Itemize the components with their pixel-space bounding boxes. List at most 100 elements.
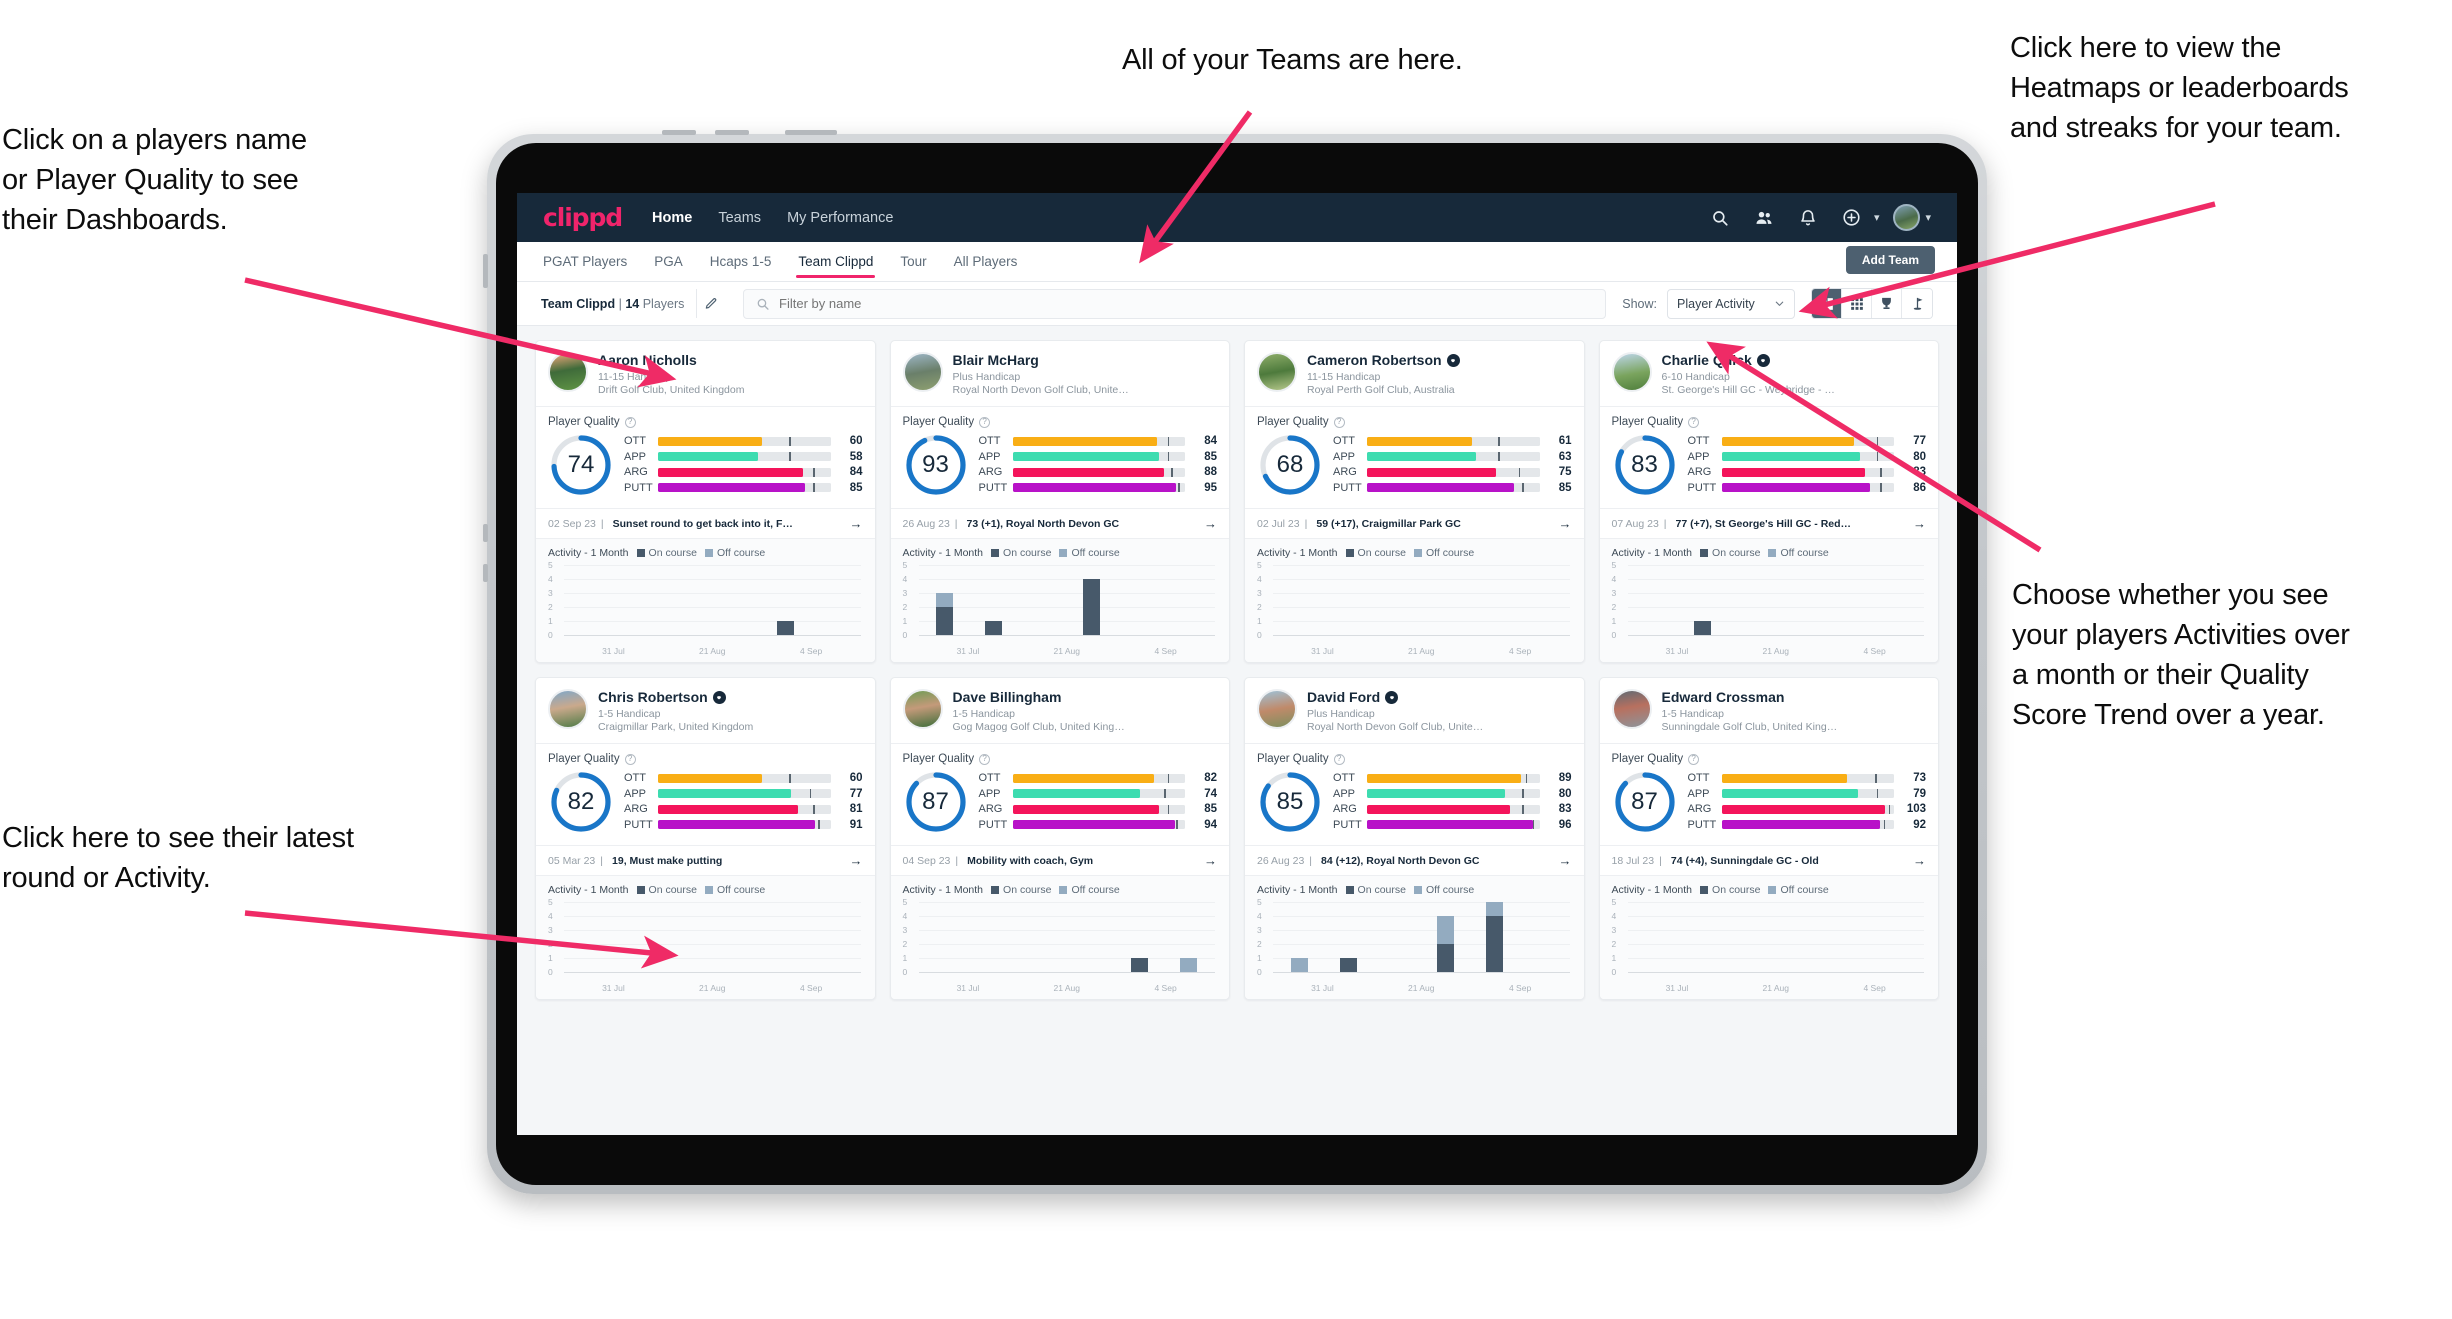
player-name-row[interactable]: Aaron Nicholls (598, 352, 744, 368)
tab-tour[interactable]: Tour (900, 242, 926, 282)
latest-activity-row[interactable]: 02 Jul 23 | 59 (+17), Craigmillar Park GC → (1245, 508, 1584, 538)
player-avatar[interactable] (1611, 352, 1652, 392)
help-icon[interactable]: ? (1688, 416, 1700, 428)
player-quality-ring[interactable]: 85 (1257, 769, 1323, 835)
player-quality-body[interactable]: 82 OTT 60 APP 77 ARG 81 PUTT 91 (536, 767, 875, 845)
add-circle-icon[interactable] (1835, 201, 1869, 235)
activity-bar[interactable] (1437, 916, 1455, 973)
player-quality-ring[interactable]: 74 (548, 432, 614, 498)
search-input[interactable] (779, 296, 1594, 311)
player-card[interactable]: Cameron Robertson 11-15 Handicap Royal Per… (1244, 340, 1585, 664)
nav-home[interactable]: Home (652, 210, 692, 226)
player-quality-ring[interactable]: 68 (1257, 432, 1323, 498)
player-card-header[interactable]: Chris Robertson 1-5 Handicap Craigmillar P… (536, 678, 875, 743)
add-menu-chevron-down-icon[interactable]: ▾ (1874, 211, 1880, 224)
activity-bar[interactable] (776, 621, 794, 636)
player-card[interactable]: David Ford Plus Handicap Royal North Devon… (1244, 677, 1585, 1001)
flag-view-icon[interactable] (1902, 289, 1932, 318)
player-name-row[interactable]: Blair McHarg (953, 352, 1131, 368)
player-card[interactable]: Charlie Quick 6-10 Handicap St. George's H… (1598, 340, 1939, 664)
activity-bar[interactable] (1339, 958, 1357, 973)
help-icon[interactable]: ? (624, 416, 636, 428)
pencil-icon[interactable] (696, 289, 725, 318)
tab-pgat-players[interactable]: PGAT Players (543, 242, 627, 282)
dense-grid-view-icon[interactable] (1842, 289, 1872, 318)
player-name[interactable]: Aaron Nicholls (598, 352, 697, 368)
player-avatar[interactable] (1611, 689, 1652, 730)
add-team-button[interactable]: Add Team (1845, 246, 1935, 274)
player-name[interactable]: Charlie Quick (1662, 352, 1752, 368)
arrow-right-icon[interactable]: → (1913, 516, 1926, 531)
player-quality-ring[interactable]: 82 (548, 769, 614, 835)
player-avatar[interactable] (902, 689, 943, 730)
player-card-header[interactable]: Aaron Nicholls 11-15 Handicap Drift Golf C… (536, 341, 875, 406)
player-name-row[interactable]: Cameron Robertson (1307, 352, 1460, 368)
search-icon[interactable] (1703, 201, 1737, 235)
latest-activity-row[interactable]: 18 Jul 23 | 74 (+4), Sunningdale GC - Old → (1599, 845, 1938, 875)
player-card-header[interactable]: Dave Billingham 1-5 Handicap Gog Magog Gol… (891, 678, 1230, 743)
player-card[interactable]: Chris Robertson 1-5 Handicap Craigmillar P… (535, 677, 876, 1001)
player-card-header[interactable]: David Ford Plus Handicap Royal North Devon… (1245, 678, 1584, 743)
player-name[interactable]: Edward Crossman (1662, 689, 1785, 705)
arrow-right-icon[interactable]: → (1204, 853, 1217, 868)
latest-activity-row[interactable]: 05 Mar 23 | 19, Must make putting → (536, 845, 875, 875)
activity-bar[interactable] (1290, 958, 1308, 973)
player-card[interactable]: Dave Billingham 1-5 Handicap Gog Magog Gol… (889, 677, 1230, 1001)
bell-icon[interactable] (1791, 201, 1825, 235)
show-select[interactable]: Player Activity (1667, 288, 1795, 319)
arrow-right-icon[interactable]: → (850, 516, 863, 531)
player-quality-ring[interactable]: 93 (903, 432, 969, 498)
player-name[interactable]: Chris Robertson (598, 689, 708, 705)
help-icon[interactable]: ? (1333, 416, 1345, 428)
player-card[interactable]: Blair McHarg Plus Handicap Royal North Dev… (889, 340, 1230, 664)
nav-my-performance[interactable]: My Performance (787, 210, 893, 226)
player-quality-ring[interactable]: 83 (1612, 432, 1678, 498)
player-card-header[interactable]: Blair McHarg Plus Handicap Royal North Dev… (891, 341, 1230, 406)
activity-bar[interactable] (1180, 958, 1198, 973)
player-name-row[interactable]: Charlie Quick (1662, 352, 1840, 368)
activity-bar[interactable] (936, 593, 954, 636)
arrow-right-icon[interactable]: → (850, 853, 863, 868)
player-avatar[interactable] (548, 689, 588, 730)
help-icon[interactable]: ? (624, 753, 636, 765)
player-quality-body[interactable]: 85 OTT 89 APP 80 ARG 83 PUTT 96 (1245, 767, 1584, 845)
clippd-logo[interactable]: clippd (543, 203, 623, 232)
player-card-header[interactable]: Charlie Quick 6-10 Handicap St. George's H… (1600, 341, 1939, 406)
player-quality-body[interactable]: 74 OTT 60 APP 58 ARG 84 PUTT 85 (536, 430, 875, 508)
profile-chevron-down-icon[interactable]: ▾ (1925, 211, 1931, 224)
player-name[interactable]: Dave Billingham (953, 689, 1062, 705)
player-name[interactable]: Blair McHarg (953, 352, 1039, 368)
arrow-right-icon[interactable]: → (1913, 853, 1926, 868)
player-card[interactable]: Edward Crossman 1-5 Handicap Sunningdale G… (1598, 677, 1939, 1001)
trophy-view-icon[interactable] (1872, 289, 1902, 318)
player-avatar[interactable] (548, 352, 588, 392)
help-icon[interactable]: ? (1333, 753, 1345, 765)
player-card-header[interactable]: Cameron Robertson 11-15 Handicap Royal Per… (1245, 341, 1584, 406)
nav-teams[interactable]: Teams (718, 210, 761, 226)
activity-bar[interactable] (985, 621, 1003, 636)
player-quality-body[interactable]: 83 OTT 77 APP 80 ARG 83 PUTT 86 (1600, 430, 1939, 508)
latest-activity-row[interactable]: 26 Aug 23 | 73 (+1), Royal North Devon GC → (890, 508, 1229, 538)
player-name[interactable]: Cameron Robertson (1307, 352, 1442, 368)
player-quality-ring[interactable]: 87 (903, 769, 969, 835)
tab-team-clippd[interactable]: Team Clippd (796, 242, 876, 282)
avatar[interactable] (1893, 204, 1921, 231)
player-name-row[interactable]: Chris Robertson (598, 689, 753, 705)
player-card[interactable]: Aaron Nicholls 11-15 Handicap Drift Golf C… (535, 340, 876, 664)
player-quality-ring[interactable]: 87 (1612, 769, 1678, 835)
help-icon[interactable]: ? (979, 753, 991, 765)
player-name[interactable]: David Ford (1307, 689, 1380, 705)
activity-bar[interactable] (1485, 902, 1503, 973)
player-name-row[interactable]: Edward Crossman (1662, 689, 1840, 705)
arrow-right-icon[interactable]: → (1559, 853, 1572, 868)
grid-view-icon[interactable] (1812, 289, 1842, 318)
people-icon[interactable] (1747, 201, 1781, 235)
arrow-right-icon[interactable]: → (1559, 516, 1572, 531)
arrow-right-icon[interactable]: → (1204, 516, 1217, 531)
latest-activity-row[interactable]: 04 Sep 23 | Mobility with coach, Gym → (890, 845, 1229, 875)
tab-all-players[interactable]: All Players (954, 242, 1018, 282)
player-quality-body[interactable]: 87 OTT 73 APP 79 ARG 103 PUTT 92 (1600, 767, 1939, 845)
activity-bar[interactable] (1082, 579, 1100, 636)
tab-pga[interactable]: PGA (654, 242, 683, 282)
player-name-row[interactable]: Dave Billingham (953, 689, 1131, 705)
